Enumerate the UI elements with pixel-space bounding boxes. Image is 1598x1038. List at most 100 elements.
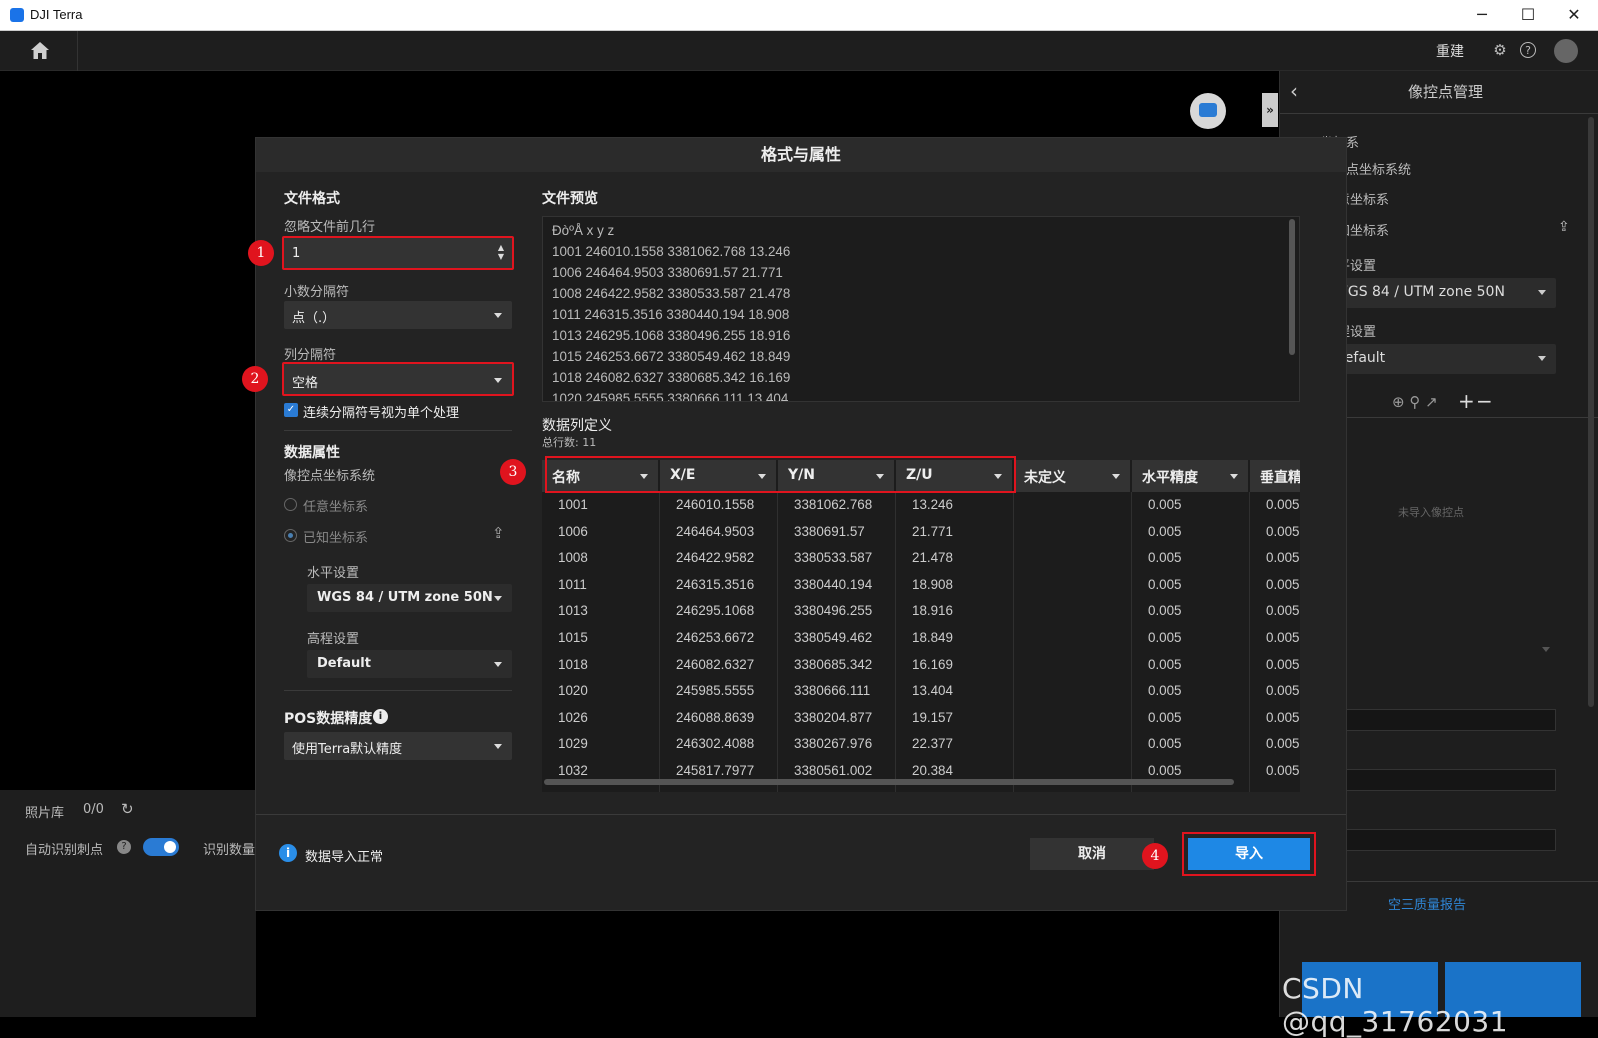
chevron-down-icon <box>494 596 502 601</box>
column-header-z-u[interactable]: Z/U <box>896 460 1013 492</box>
table-cell: 3380204.877 <box>794 709 873 725</box>
decimal-sep-value: 点（.） <box>292 311 336 326</box>
column-header-x-e[interactable]: X/E <box>660 460 777 492</box>
column-header-h-precision[interactable]: 水平精度 <box>1132 460 1249 492</box>
photo-library-panel: 照片库 0/0 ↻ 自动识别刺点 ? 识别数量 <box>0 790 256 1017</box>
window-title: DJI Terra <box>30 7 83 22</box>
table-cell: 18.849 <box>912 630 953 645</box>
preview-line: 1020 245985.5555 3380666.111 13.404 <box>552 391 789 402</box>
table-cell: 18.916 <box>912 603 953 619</box>
preview-line: 1015 246253.6672 3380549.462 18.849 <box>552 349 791 364</box>
table-cell: 0.005 <box>1266 550 1300 566</box>
scrollbar[interactable] <box>1588 117 1594 707</box>
extra-input[interactable] <box>1324 829 1556 851</box>
table-cell: 21.771 <box>912 523 953 539</box>
horizontal-value: WGS 84 / UTM zone 50N <box>1334 284 1505 300</box>
home-button[interactable] <box>0 31 78 71</box>
horizontal-select[interactable]: WGS 84 / UTM zone 50N <box>1324 278 1556 308</box>
chevron-down-icon[interactable] <box>876 474 884 479</box>
rebuild-button[interactable]: 重建 <box>1436 41 1464 61</box>
chevron-down-icon[interactable] <box>1112 474 1120 479</box>
settings-icon[interactable]: ⚙ <box>1490 40 1510 60</box>
divider <box>1280 113 1598 114</box>
column-def-table[interactable]: 名称 X/E Y/N Z/U 未定义 水平精度 垂直精 1001 246010.1558 3381… <box>542 460 1300 792</box>
column-header-v-precision[interactable]: 垂直精 <box>1250 460 1300 492</box>
table-cell: 21.478 <box>912 550 953 566</box>
decimal-sep-select[interactable]: 点（.） <box>284 301 512 329</box>
aerotriangulation-report-link[interactable]: 空三质量报告 <box>1388 894 1466 913</box>
table-cell: 245817.7977 <box>676 763 755 778</box>
table-cell: 13.404 <box>912 683 953 699</box>
back-icon[interactable]: ‹ <box>1290 79 1298 103</box>
column-header-undefined[interactable]: 未定义 <box>1014 460 1131 492</box>
pos-precision-select[interactable]: 使用Terra默认精度 <box>284 732 512 760</box>
file-format-title: 文件格式 <box>284 191 340 207</box>
skip-lines-stepper[interactable]: 1 ▲ ▼ <box>282 236 514 270</box>
close-button[interactable]: ✕ <box>1552 2 1596 28</box>
elevation-select[interactable]: Default <box>307 650 512 678</box>
table-cell: 0.005 <box>1148 603 1182 619</box>
column-separator <box>1013 492 1014 792</box>
preview-scrollbar[interactable] <box>1289 219 1295 355</box>
table-cell: 0.005 <box>1148 630 1182 645</box>
maximize-button[interactable]: ☐ <box>1506 2 1550 28</box>
stepper-arrows-icon[interactable]: ▲ ▼ <box>498 243 504 261</box>
known-coord-radio[interactable] <box>284 529 297 542</box>
table-cell: 3380685.342 <box>794 656 873 672</box>
h-precision-input[interactable] <box>1324 709 1556 731</box>
file-preview-box[interactable]: ÐòºÅ x y z 1001 246010.1558 3381062.768 … <box>542 216 1300 402</box>
divider <box>284 690 512 691</box>
auto-detect-label: 自动识别刺点 <box>25 843 104 858</box>
detect-count-label: 识别数量 <box>203 843 256 858</box>
add-icon[interactable]: + <box>1458 389 1475 413</box>
table-cell: 0.005 <box>1148 523 1182 539</box>
arbitrary-coord-radio[interactable] <box>284 498 297 511</box>
column-header-label: Y/N <box>788 467 815 483</box>
horizontal-select[interactable]: WGS 84 / UTM zone 50N <box>307 584 512 612</box>
cancel-button[interactable]: 取消 <box>1030 838 1154 870</box>
table-cell: 0.005 <box>1266 603 1300 619</box>
auto-detect-toggle[interactable] <box>143 838 179 856</box>
photo-count: 0/0 <box>83 802 104 817</box>
v-precision-input[interactable] <box>1324 769 1556 791</box>
table-cell: 0.005 <box>1266 736 1300 752</box>
table-cell: 0.005 <box>1266 630 1300 645</box>
skip-lines-label: 忽略文件前几行 <box>284 220 376 235</box>
column-header-y-n[interactable]: Y/N <box>778 460 895 492</box>
column-header-label: Z/U <box>906 467 933 483</box>
chevron-down-icon[interactable] <box>758 474 766 479</box>
import-coord-icon[interactable]: ⇪ <box>492 524 505 542</box>
table-horizontal-scrollbar[interactable] <box>544 779 1234 785</box>
expand-panel-button[interactable]: » <box>1262 93 1278 127</box>
elevation-select[interactable]: Default <box>1324 344 1556 374</box>
column-header-label: 垂直精 <box>1260 470 1300 486</box>
column-header-label: 未定义 <box>1024 470 1066 486</box>
merge-sep-checkbox[interactable]: ✓ <box>284 403 298 417</box>
column-header-name[interactable]: 名称 <box>542 460 659 492</box>
column-header-label: 名称 <box>552 470 580 486</box>
known-coord-label: 已知坐标系 <box>303 531 369 546</box>
table-cell: 246315.3516 <box>676 576 755 592</box>
precision-select[interactable] <box>1324 639 1556 661</box>
divider <box>284 430 512 431</box>
chevron-down-icon[interactable] <box>1230 474 1238 479</box>
column-sep-select[interactable]: 空格 <box>282 362 514 396</box>
help-icon[interactable]: ? <box>1520 42 1536 58</box>
table-cell: 3380533.587 <box>794 550 873 566</box>
info-icon: ? <box>117 840 131 854</box>
chevron-down-icon[interactable] <box>994 474 1002 479</box>
import-coord-icon[interactable]: ⇪ <box>1558 219 1570 235</box>
table-cell: 246088.8639 <box>676 709 755 725</box>
chevron-down-icon <box>494 662 502 667</box>
pos-precision-value: 使用Terra默认精度 <box>292 742 403 757</box>
minimize-button[interactable]: ─ <box>1460 2 1504 28</box>
refresh-icon[interactable]: ↻ <box>121 800 134 818</box>
import-button[interactable]: 导入 <box>1188 838 1310 870</box>
table-cell: 3381062.768 <box>794 497 873 512</box>
camera-button[interactable] <box>1190 93 1226 129</box>
table-cell: 1018 <box>558 656 588 672</box>
chevron-down-icon[interactable] <box>640 474 648 479</box>
gcp-tool-icons[interactable]: ⊕ ⚲ ↗ <box>1392 393 1438 411</box>
remove-icon[interactable]: − <box>1476 389 1493 413</box>
avatar[interactable] <box>1554 39 1578 63</box>
